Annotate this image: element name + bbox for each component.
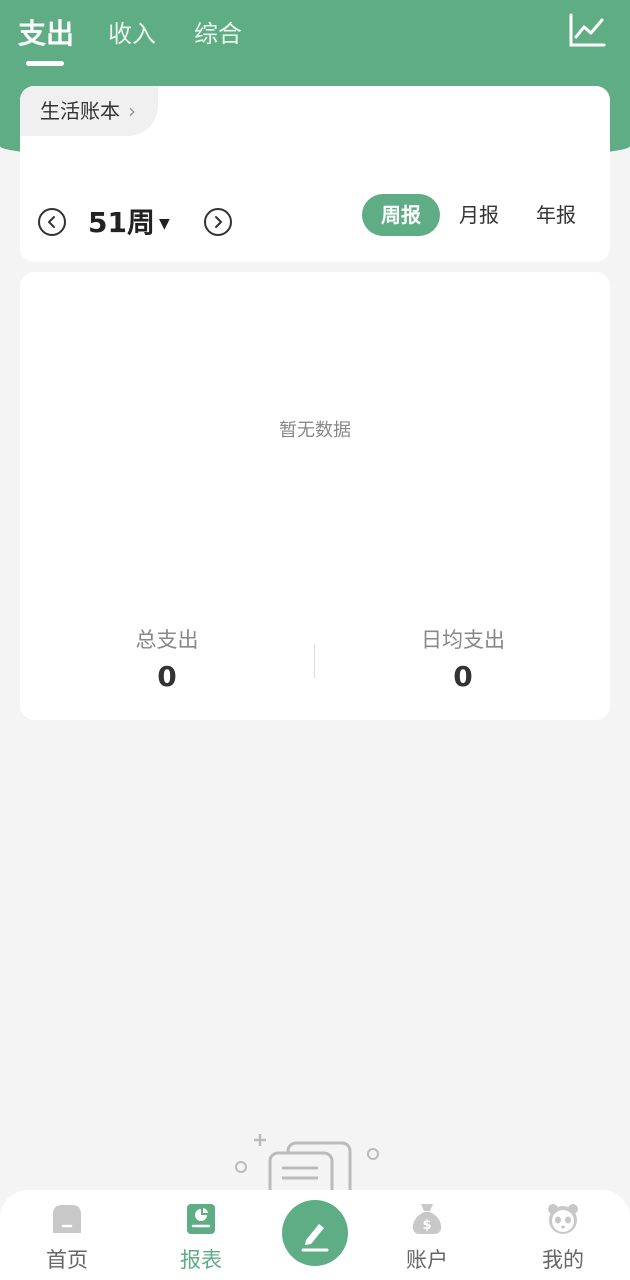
account-book-name: 生活账本 — [40, 99, 120, 123]
tab-overview[interactable]: 综合 — [194, 16, 242, 56]
stat-divider — [314, 644, 315, 678]
daily-average-value: 0 — [453, 660, 473, 693]
next-period-button[interactable] — [204, 208, 232, 236]
pencil-icon — [301, 1224, 329, 1252]
nav-reports-label: 报表 — [180, 1248, 222, 1272]
segment-monthly[interactable]: 月报 — [448, 194, 510, 236]
panda-icon — [548, 1204, 578, 1234]
nav-home-label: 首页 — [46, 1248, 88, 1272]
segment-yearly[interactable]: 年报 — [526, 194, 586, 236]
account-book-selector[interactable]: 生活账本 › — [20, 86, 158, 136]
report-icon — [187, 1204, 215, 1234]
money-bag-icon: $ — [412, 1204, 442, 1234]
daily-average-stat: 日均支出 0 — [316, 624, 610, 693]
home-icon — [53, 1205, 81, 1233]
caret-down-icon: ▼ — [158, 216, 170, 232]
total-expense-label: 总支出 — [135, 628, 199, 652]
chevron-right-icon: › — [128, 99, 136, 123]
previous-period-button[interactable] — [38, 208, 66, 236]
period-selector[interactable]: 51周 ▼ — [88, 201, 170, 241]
segment-weekly[interactable]: 周报 — [362, 194, 440, 236]
nav-profile[interactable]: 我的 — [518, 1202, 608, 1274]
period-label: 51周 — [88, 206, 155, 239]
nav-profile-label: 我的 — [542, 1248, 584, 1272]
total-expense-value: 0 — [157, 660, 177, 693]
nav-accounts[interactable]: $ 账户 — [382, 1202, 472, 1274]
chevron-right-icon — [215, 216, 222, 228]
summary-card: 暂无数据 总支出 0 日均支出 0 — [20, 272, 610, 720]
nav-home[interactable]: 首页 — [22, 1202, 112, 1274]
tab-expense[interactable]: 支出 — [18, 16, 74, 56]
bottom-navigation: 首页 报表 $ 账户 我的 — [0, 1190, 630, 1280]
svg-text:$: $ — [422, 1218, 431, 1233]
tab-income[interactable]: 收入 — [108, 16, 156, 56]
nav-reports[interactable]: 报表 — [156, 1202, 246, 1274]
trend-chart-icon[interactable] — [568, 12, 606, 48]
active-tab-indicator — [26, 61, 64, 66]
daily-average-label: 日均支出 — [421, 628, 505, 652]
top-tabs: 支出 收入 综合 — [0, 0, 630, 80]
chevron-left-icon — [48, 216, 55, 228]
nav-accounts-label: 账户 — [406, 1248, 448, 1272]
add-record-button[interactable] — [282, 1200, 348, 1266]
period-card: 生活账本 › 51周 ▼ 周报 月报 年报 — [20, 86, 610, 262]
empty-state-text: 暂无数据 — [279, 420, 351, 441]
total-expense-stat: 总支出 0 — [20, 624, 314, 693]
